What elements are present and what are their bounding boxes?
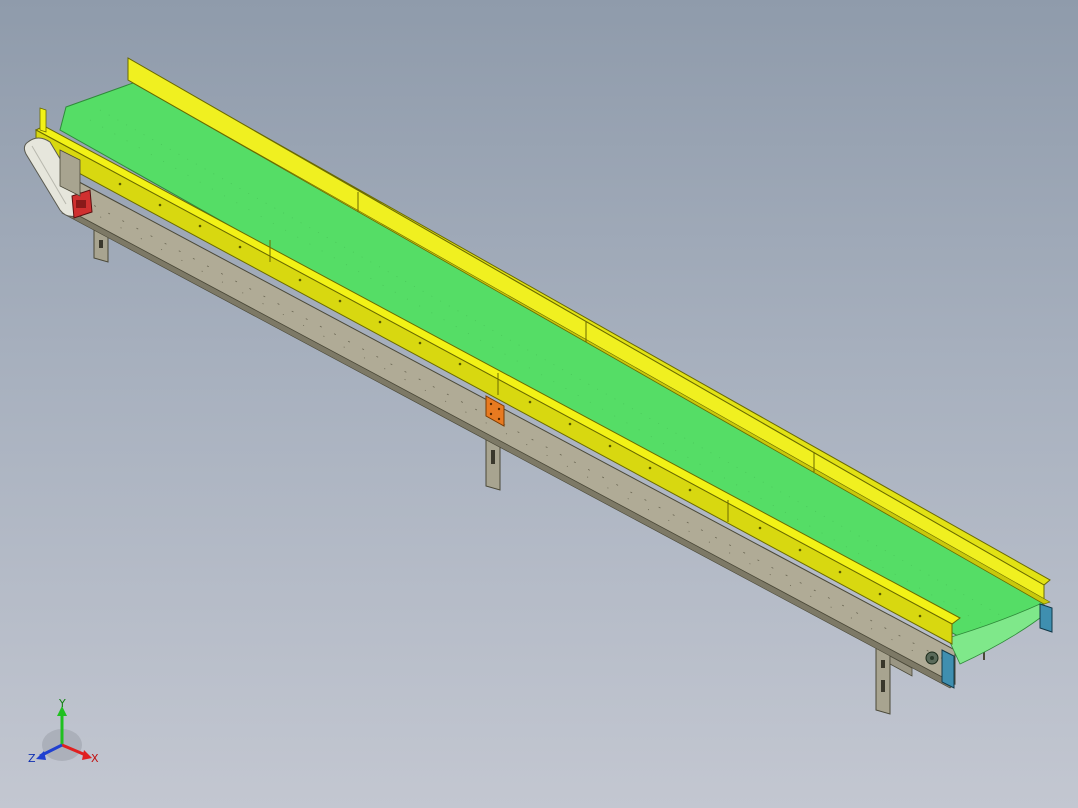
conveyor-belt[interactable] — [59, 82, 1050, 665]
z-axis-label: Z — [28, 752, 36, 765]
conveyor-frame[interactable] — [61, 174, 956, 689]
y-axis-label: Y — [58, 697, 66, 710]
orientation-triad[interactable]: Y X Z — [28, 697, 99, 765]
side-guard-back[interactable] — [127, 57, 1051, 605]
x-axis-label: X — [91, 752, 99, 765]
cad-graphics-area[interactable]: Y X Z — [0, 0, 1078, 808]
conveyor-3d-model[interactable]: Y X Z — [0, 0, 1078, 808]
